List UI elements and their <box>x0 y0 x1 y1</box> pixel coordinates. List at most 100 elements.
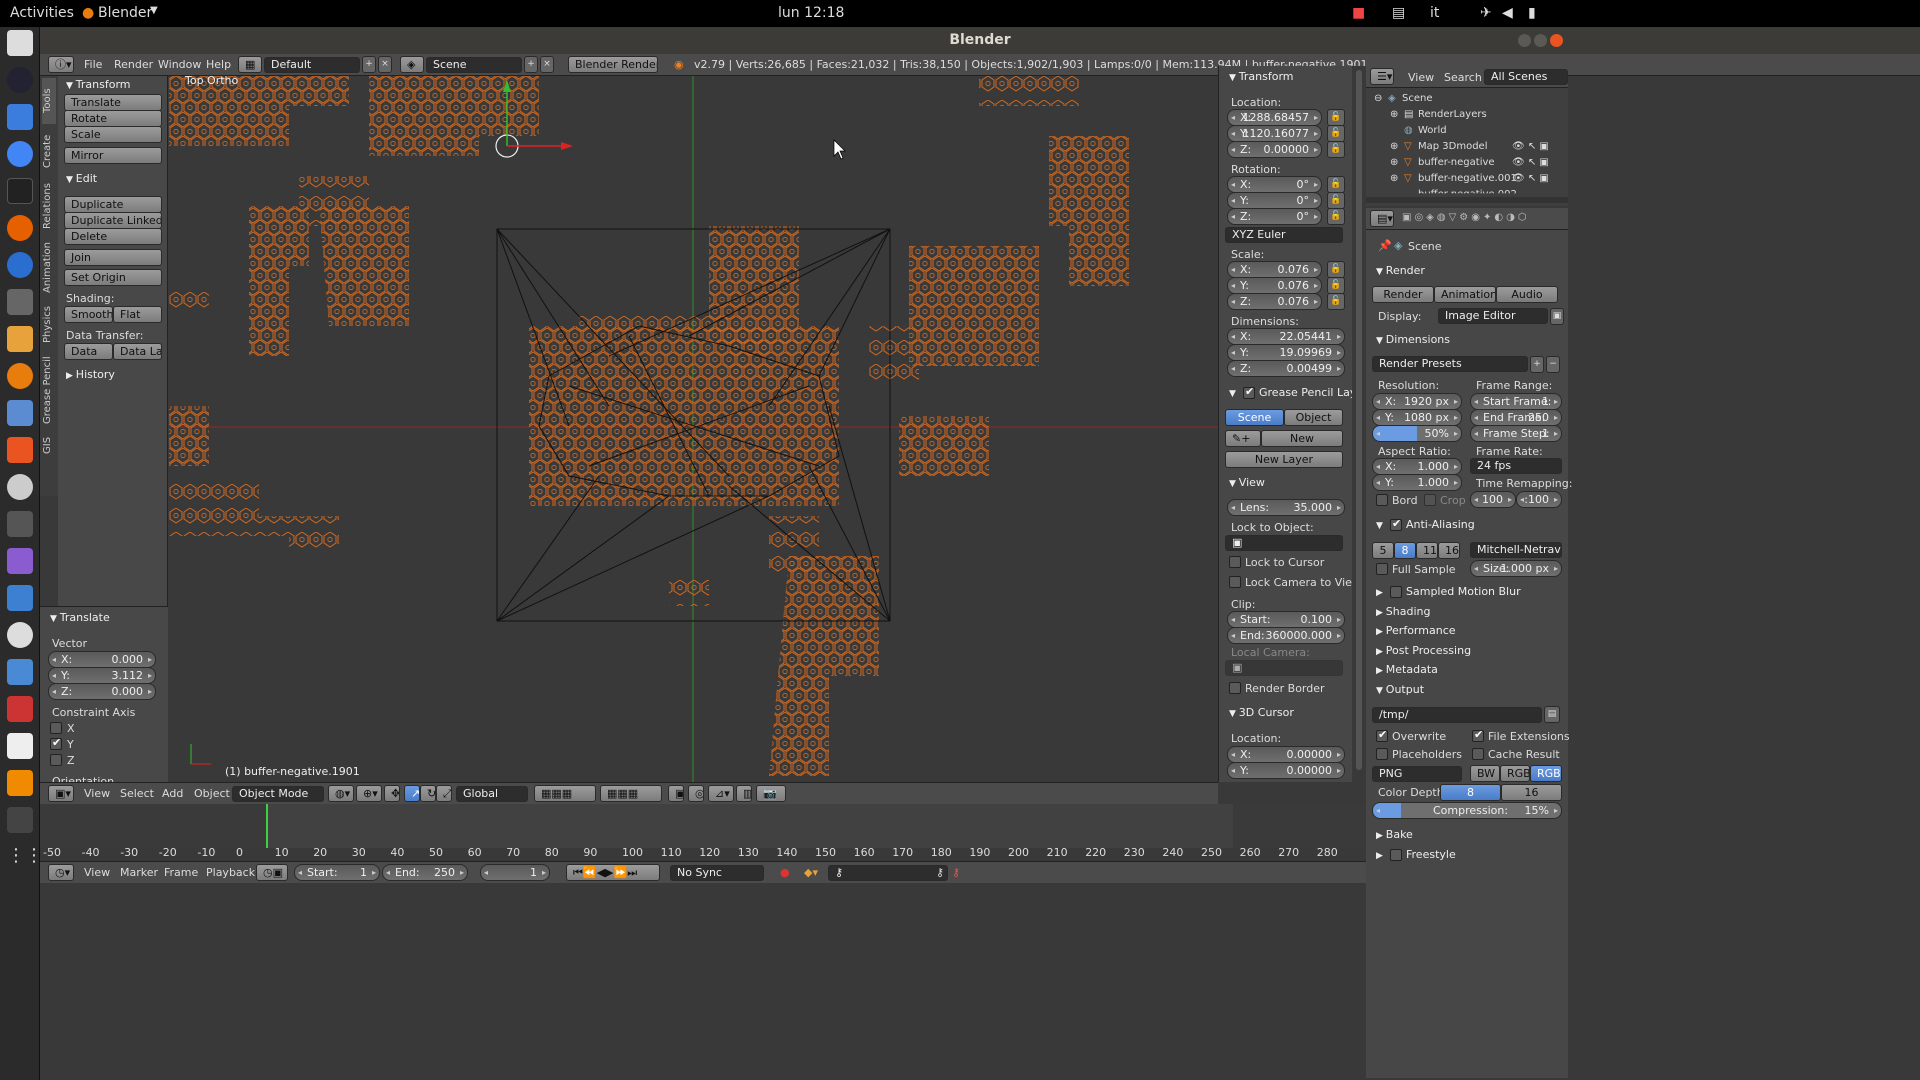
sync-select[interactable]: No Sync <box>670 865 764 881</box>
properties-editor-icon[interactable]: ▤▾ <box>1370 210 1394 227</box>
blender-dock-icon[interactable] <box>7 363 33 389</box>
clip-start-field[interactable]: Start:0.100 <box>1227 611 1345 628</box>
gp-new-layer-button[interactable]: New Layer <box>1225 451 1343 468</box>
writer-icon[interactable] <box>7 104 33 130</box>
constraint-z-checkbox[interactable] <box>50 754 62 766</box>
remove-layout-icon[interactable]: × <box>378 56 392 73</box>
battery-icon[interactable]: ▮ <box>1528 5 1536 21</box>
rotate-button[interactable]: Rotate <box>64 110 162 127</box>
terminal-icon[interactable] <box>7 178 33 204</box>
eye-visibility-icon[interactable]: 👁 ↖ ▣ <box>1512 173 1549 184</box>
menu-window[interactable]: Window <box>158 58 201 71</box>
outliner-item-buffer-negative[interactable]: buffer-negative <box>1418 157 1495 168</box>
end-frame-field[interactable]: End Frame:250 <box>1470 409 1562 426</box>
set-origin-select[interactable]: Set Origin <box>64 269 162 286</box>
record-icon[interactable]: ■ <box>1352 5 1365 21</box>
lock-scale-z-icon[interactable]: 🔓 <box>1327 293 1345 310</box>
clock[interactable]: lun 12:18 <box>778 5 844 21</box>
viewport-shading-icon[interactable]: ◍▾ <box>328 785 354 802</box>
add-scene-icon[interactable]: + <box>524 56 538 73</box>
scale-button[interactable]: Scale <box>64 126 162 143</box>
eye-icon[interactable] <box>7 622 33 648</box>
transform-panel-header[interactable]: Transform <box>66 78 131 91</box>
cube-icon[interactable] <box>7 659 33 685</box>
select-menu[interactable]: Select <box>120 787 154 800</box>
rotation-x-field[interactable]: X:0° <box>1227 176 1322 193</box>
dimension-z-field[interactable]: Z:0.00499 <box>1227 360 1345 377</box>
render-border-checkbox[interactable] <box>1229 682 1241 694</box>
manipulator-toggle-icon[interactable]: ✥ <box>384 785 400 802</box>
frame-step-field[interactable]: Frame Step:1 <box>1470 425 1562 442</box>
chromium-icon[interactable] <box>7 141 33 167</box>
editor-type-icon[interactable]: ⓘ▾ <box>48 56 74 73</box>
tab-relations[interactable]: Relations <box>42 178 56 234</box>
render-presets-select[interactable]: Render Presets <box>1372 356 1528 372</box>
outliner-search-menu[interactable]: Search <box>1444 71 1482 84</box>
rotation-z-field[interactable]: Z:0° <box>1227 208 1322 225</box>
remove-preset-icon[interactable]: − <box>1546 356 1560 373</box>
render-button[interactable]: Render <box>1372 286 1434 303</box>
camera-icon[interactable] <box>7 511 33 537</box>
scale-manipulator-icon[interactable]: ⤢ <box>436 785 452 802</box>
compression-slider[interactable]: Compression:15% <box>1372 802 1562 819</box>
expand-icon[interactable]: ⊕ <box>1390 157 1398 168</box>
vector-y-field[interactable]: Y:3.112 <box>48 667 156 684</box>
photos-icon[interactable] <box>7 548 33 574</box>
rotate-manipulator-icon[interactable]: ↻ <box>420 785 436 802</box>
render-panel-header[interactable]: Render <box>1376 264 1425 277</box>
scene-icon[interactable]: ◈ <box>400 56 424 73</box>
ubuntu-software-icon[interactable] <box>7 437 33 463</box>
object-menu[interactable]: Object <box>194 787 230 800</box>
border-checkbox[interactable] <box>1376 494 1388 506</box>
operator-header[interactable]: Translate <box>50 611 110 624</box>
preview-range-icon[interactable]: ◷▣ <box>256 864 288 881</box>
app-menu[interactable]: Blender <box>98 5 152 21</box>
clip-end-field[interactable]: End:360000.000 <box>1227 627 1345 644</box>
outliner-item-world[interactable]: World <box>1418 125 1447 136</box>
lock-location-y-icon[interactable]: 🔓 <box>1327 125 1345 142</box>
volume-icon[interactable]: ◀ <box>1502 5 1513 21</box>
vlc-icon[interactable] <box>7 770 33 796</box>
pin-icon[interactable]: 📌 <box>1378 239 1392 252</box>
remove-scene-icon[interactable]: × <box>540 56 554 73</box>
aa-5-button[interactable]: 5 <box>1372 542 1394 559</box>
lock-location-z-icon[interactable]: 🔓 <box>1327 141 1345 158</box>
duplicate-button[interactable]: Duplicate <box>64 196 162 213</box>
timeline-marker-menu[interactable]: Marker <box>120 866 158 879</box>
menu-render[interactable]: Render <box>114 58 153 71</box>
aa-8-button[interactable]: 8 <box>1394 542 1416 559</box>
translate-button[interactable]: Translate <box>64 94 162 111</box>
layers-grid-1[interactable]: ▦▦▦ <box>534 785 596 802</box>
join-button[interactable]: Join <box>64 249 162 266</box>
folder-icon[interactable]: ▤ <box>1544 706 1560 723</box>
lock-scale-x-icon[interactable]: 🔓 <box>1327 261 1345 278</box>
eye-visibility-icon[interactable]: 👁 ↖ ▣ <box>1512 141 1549 152</box>
expand-icon[interactable]: ⊕ <box>1390 141 1398 152</box>
cursor-y-field[interactable]: Y:0.00000 <box>1227 762 1345 779</box>
data-button[interactable]: Data <box>64 343 113 360</box>
layers-grid-2[interactable]: ▦▦▦ <box>600 785 662 802</box>
end-field[interactable]: End:250 <box>382 864 468 881</box>
remap-new-field[interactable]: :100 <box>1516 491 1562 508</box>
outliner-item-scene[interactable]: Scene <box>1402 93 1433 104</box>
freecad-icon[interactable] <box>7 696 33 722</box>
grease-pencil-checkbox[interactable] <box>1243 385 1255 399</box>
qgis-icon[interactable] <box>7 252 33 278</box>
output-path-field[interactable]: /tmp/ <box>1372 707 1542 723</box>
motion-blur-header[interactable] <box>1376 585 1383 598</box>
timeline-playback-menu[interactable]: Playback <box>206 866 255 879</box>
keying-set-field[interactable]: ⚷ <box>828 865 948 881</box>
rotation-y-field[interactable]: Y:0° <box>1227 192 1322 209</box>
outliner-item-buffer-negative-001[interactable]: buffer-negative.001 <box>1418 173 1517 184</box>
3d-cursor-header[interactable]: 3D Cursor <box>1229 706 1294 719</box>
transform-orientation-select[interactable]: Global <box>456 786 528 802</box>
lock-rotation-z-icon[interactable]: 🔓 <box>1327 208 1345 225</box>
render-engine-select[interactable]: Blender Render <box>568 56 658 73</box>
lock-scale-y-icon[interactable]: 🔓 <box>1327 277 1345 294</box>
outliner-item-renderlayers[interactable]: RenderLayers <box>1418 109 1487 120</box>
lock-object-field[interactable]: ▣ <box>1225 535 1343 551</box>
keying-set-icon[interactable]: ◆▾ <box>804 866 818 879</box>
cache-result-checkbox[interactable] <box>1472 748 1484 760</box>
minimize-button[interactable] <box>1518 34 1531 47</box>
lock-rotation-x-icon[interactable]: 🔓 <box>1327 176 1345 193</box>
